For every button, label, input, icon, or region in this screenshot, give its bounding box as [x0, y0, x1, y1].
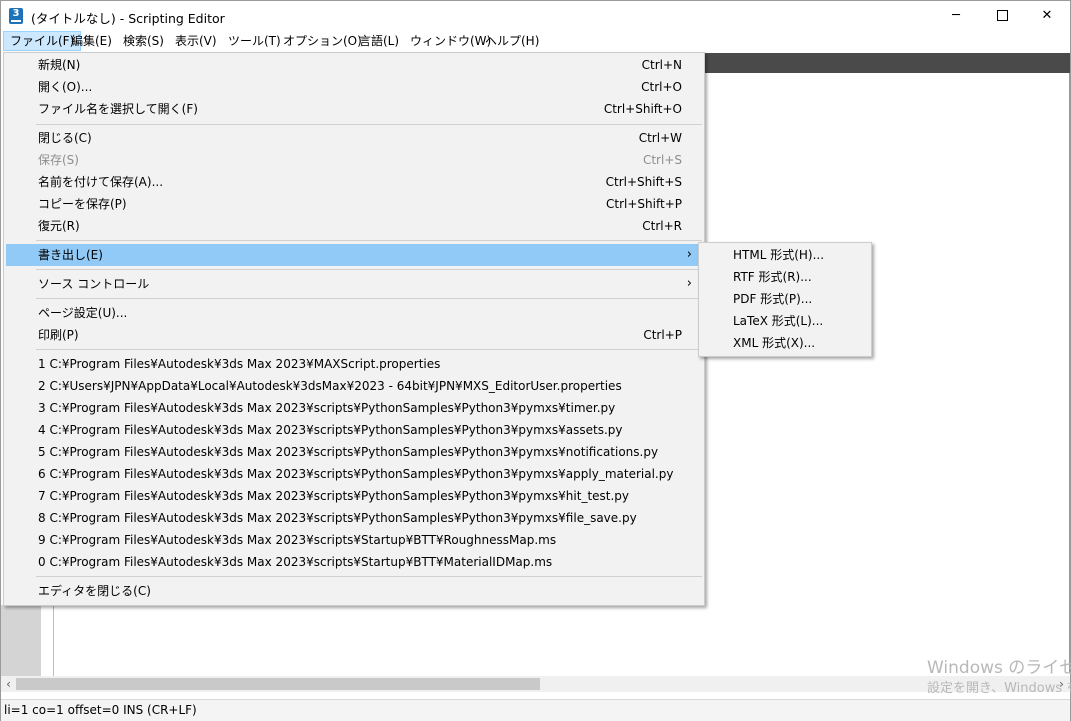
menu-item-shortcut: Ctrl+O	[641, 80, 682, 94]
menu-item-shortcut: Ctrl+Shift+O	[603, 102, 682, 116]
menu-item-new[interactable]: 新規(N) Ctrl+N	[6, 54, 702, 76]
menu-item-label: 書き出し(E)	[38, 248, 103, 262]
menu-item-label: コピーを保存(P)	[38, 197, 127, 211]
menu-view[interactable]: 表示(V)	[169, 31, 223, 51]
menu-edit[interactable]: 編集(E)	[65, 31, 118, 51]
activation-watermark-text: 設定を開き、Windows を	[927, 681, 1071, 696]
recent-file-path: 9 C:¥Program Files¥Autodesk¥3ds Max 2023…	[38, 533, 557, 547]
export-pdf[interactable]: PDF 形式(P)...	[701, 288, 869, 310]
menu-item-save[interactable]: 保存(S) Ctrl+S	[6, 149, 702, 171]
submenu-arrow-icon: ›	[686, 247, 692, 262]
export-latex[interactable]: LaTeX 形式(L)...	[701, 310, 869, 332]
recent-file-path: 1 C:¥Program Files¥Autodesk¥3ds Max 2023…	[38, 357, 441, 371]
editor-right-border	[1069, 73, 1070, 673]
window-title: (タイトルなし) - Scripting Editor	[31, 11, 225, 26]
menu-item-print[interactable]: 印刷(P) Ctrl+P	[6, 324, 702, 346]
menu-separator	[36, 576, 702, 577]
export-xml[interactable]: XML 形式(X)...	[701, 332, 869, 354]
menu-item-label: ページ設定(U)...	[38, 306, 128, 320]
recent-file-path: 8 C:¥Program Files¥Autodesk¥3ds Max 2023…	[38, 511, 637, 525]
recent-file-path: 5 C:¥Program Files¥Autodesk¥3ds Max 2023…	[38, 445, 659, 459]
recent-file-path: 4 C:¥Program Files¥Autodesk¥3ds Max 2023…	[38, 423, 623, 437]
menu-separator	[36, 349, 702, 350]
scroll-left-arrow[interactable]: ‹	[1, 676, 16, 692]
export-html[interactable]: HTML 形式(H)...	[701, 244, 869, 266]
menu-item-shortcut: Ctrl+Shift+S	[605, 175, 682, 189]
menu-help[interactable]: ヘルプ(H)	[479, 31, 545, 51]
file-menu: 新規(N) Ctrl+N 開く(O)... Ctrl+O ファイル名を選択して開…	[3, 52, 705, 606]
menu-item-label: RTF 形式(R)...	[733, 270, 812, 284]
recent-file-item[interactable]: 9 C:¥Program Files¥Autodesk¥3ds Max 2023…	[6, 529, 702, 551]
menu-item-label: XML 形式(X)...	[733, 336, 816, 350]
menu-separator	[36, 124, 702, 125]
recent-file-path: 0 C:¥Program Files¥Autodesk¥3ds Max 2023…	[38, 555, 553, 569]
recent-file-path: 6 C:¥Program Files¥Autodesk¥3ds Max 2023…	[38, 467, 674, 481]
editor-window: 3 (タイトルなし) - Scripting Editor ─ ✕ ファイル(F…	[0, 0, 1071, 721]
status-bar: li=1 co=1 offset=0 INS (CR+LF)	[1, 699, 1070, 721]
menu-item-label: 保存(S)	[38, 153, 79, 167]
recent-file-path: 3 C:¥Program Files¥Autodesk¥3ds Max 2023…	[38, 401, 616, 415]
document-tab-strip[interactable]	[701, 53, 1070, 73]
menu-item-source-control[interactable]: ソース コントロール ›	[6, 273, 702, 295]
menu-item-label: ソース コントロール	[38, 277, 150, 291]
menu-item-export[interactable]: 書き出し(E) ›	[6, 244, 702, 266]
maximize-icon	[996, 10, 1008, 21]
recent-file-item[interactable]: 7 C:¥Program Files¥Autodesk¥3ds Max 2023…	[6, 485, 702, 507]
line-number-gutter	[1, 605, 41, 677]
menu-item-label: HTML 形式(H)...	[733, 248, 825, 262]
menu-item-shortcut: Ctrl+W	[638, 131, 682, 145]
export-rtf[interactable]: RTF 形式(R)...	[701, 266, 869, 288]
status-text: li=1 co=1 offset=0 INS (CR+LF)	[4, 703, 197, 717]
recent-file-path: 7 C:¥Program Files¥Autodesk¥3ds Max 2023…	[38, 489, 630, 503]
menu-item-open-named[interactable]: ファイル名を選択して開く(F) Ctrl+Shift+O	[6, 98, 702, 120]
menu-item-label: 閉じる(C)	[38, 131, 92, 145]
menu-item-label: 印刷(P)	[38, 328, 79, 342]
menu-item-close-editor[interactable]: エディタを閉じる(C)	[6, 580, 702, 602]
menu-bar: ファイル(F) 編集(E) 検索(S) 表示(V) ツール(T) オプション(O…	[1, 31, 1070, 51]
menu-item-label: 名前を付けて保存(A)...	[38, 175, 164, 189]
menu-item-page-setup[interactable]: ページ設定(U)...	[6, 302, 702, 324]
title-bar[interactable]: 3 (タイトルなし) - Scripting Editor ─ ✕	[1, 1, 1070, 31]
scroll-thumb[interactable]	[16, 678, 540, 690]
recent-file-item[interactable]: 3 C:¥Program Files¥Autodesk¥3ds Max 2023…	[6, 397, 702, 419]
menu-item-shortcut: Ctrl+R	[642, 219, 682, 233]
menu-item-label: PDF 形式(P)...	[733, 292, 813, 306]
menu-item-open[interactable]: 開く(O)... Ctrl+O	[6, 76, 702, 98]
menu-language[interactable]: 言語(L)	[353, 31, 405, 51]
menu-separator	[36, 269, 702, 270]
menu-separator	[36, 298, 702, 299]
minimize-button[interactable]: ─	[933, 1, 979, 31]
recent-file-item[interactable]: 4 C:¥Program Files¥Autodesk¥3ds Max 2023…	[6, 419, 702, 441]
menu-search[interactable]: 検索(S)	[117, 31, 170, 51]
export-submenu: HTML 形式(H)... RTF 形式(R)... PDF 形式(P)... …	[698, 242, 872, 357]
recent-file-path: 2 C:¥Users¥JPN¥AppData¥Local¥Autodesk¥3d…	[38, 379, 622, 393]
menu-item-label: LaTeX 形式(L)...	[733, 314, 824, 328]
recent-file-item[interactable]: 2 C:¥Users¥JPN¥AppData¥Local¥Autodesk¥3d…	[6, 375, 702, 397]
submenu-arrow-icon: ›	[686, 276, 692, 291]
recent-file-item[interactable]: 8 C:¥Program Files¥Autodesk¥3ds Max 2023…	[6, 507, 702, 529]
menu-item-label: エディタを閉じる(C)	[38, 584, 151, 598]
menu-item-save-copy[interactable]: コピーを保存(P) Ctrl+Shift+P	[6, 193, 702, 215]
menu-item-label: 復元(R)	[38, 219, 80, 233]
recent-file-item[interactable]: 6 C:¥Program Files¥Autodesk¥3ds Max 2023…	[6, 463, 702, 485]
close-button[interactable]: ✕	[1024, 1, 1070, 31]
menu-separator	[36, 240, 702, 241]
recent-file-item[interactable]: 5 C:¥Program Files¥Autodesk¥3ds Max 2023…	[6, 441, 702, 463]
menu-item-save-as[interactable]: 名前を付けて保存(A)... Ctrl+Shift+S	[6, 171, 702, 193]
menu-item-shortcut: Ctrl+Shift+P	[606, 197, 682, 211]
recent-file-item[interactable]: 1 C:¥Program Files¥Autodesk¥3ds Max 2023…	[6, 353, 702, 375]
menu-item-shortcut: Ctrl+S	[642, 153, 682, 167]
horizontal-scrollbar[interactable]: ‹ ›	[1, 676, 1070, 692]
activation-watermark-title: Windows のライセ	[927, 658, 1071, 678]
maximize-button[interactable]	[979, 1, 1025, 31]
menu-item-shortcut: Ctrl+N	[641, 58, 682, 72]
menu-item-shortcut: Ctrl+P	[643, 328, 682, 342]
menu-item-label: 開く(O)...	[38, 80, 93, 94]
menu-item-close[interactable]: 閉じる(C) Ctrl+W	[6, 127, 702, 149]
recent-file-item[interactable]: 0 C:¥Program Files¥Autodesk¥3ds Max 2023…	[6, 551, 702, 573]
menu-item-label: ファイル名を選択して開く(F)	[38, 102, 198, 116]
menu-item-label: 新規(N)	[38, 58, 81, 72]
app-icon: 3	[9, 8, 23, 24]
menu-item-revert[interactable]: 復元(R) Ctrl+R	[6, 215, 702, 237]
